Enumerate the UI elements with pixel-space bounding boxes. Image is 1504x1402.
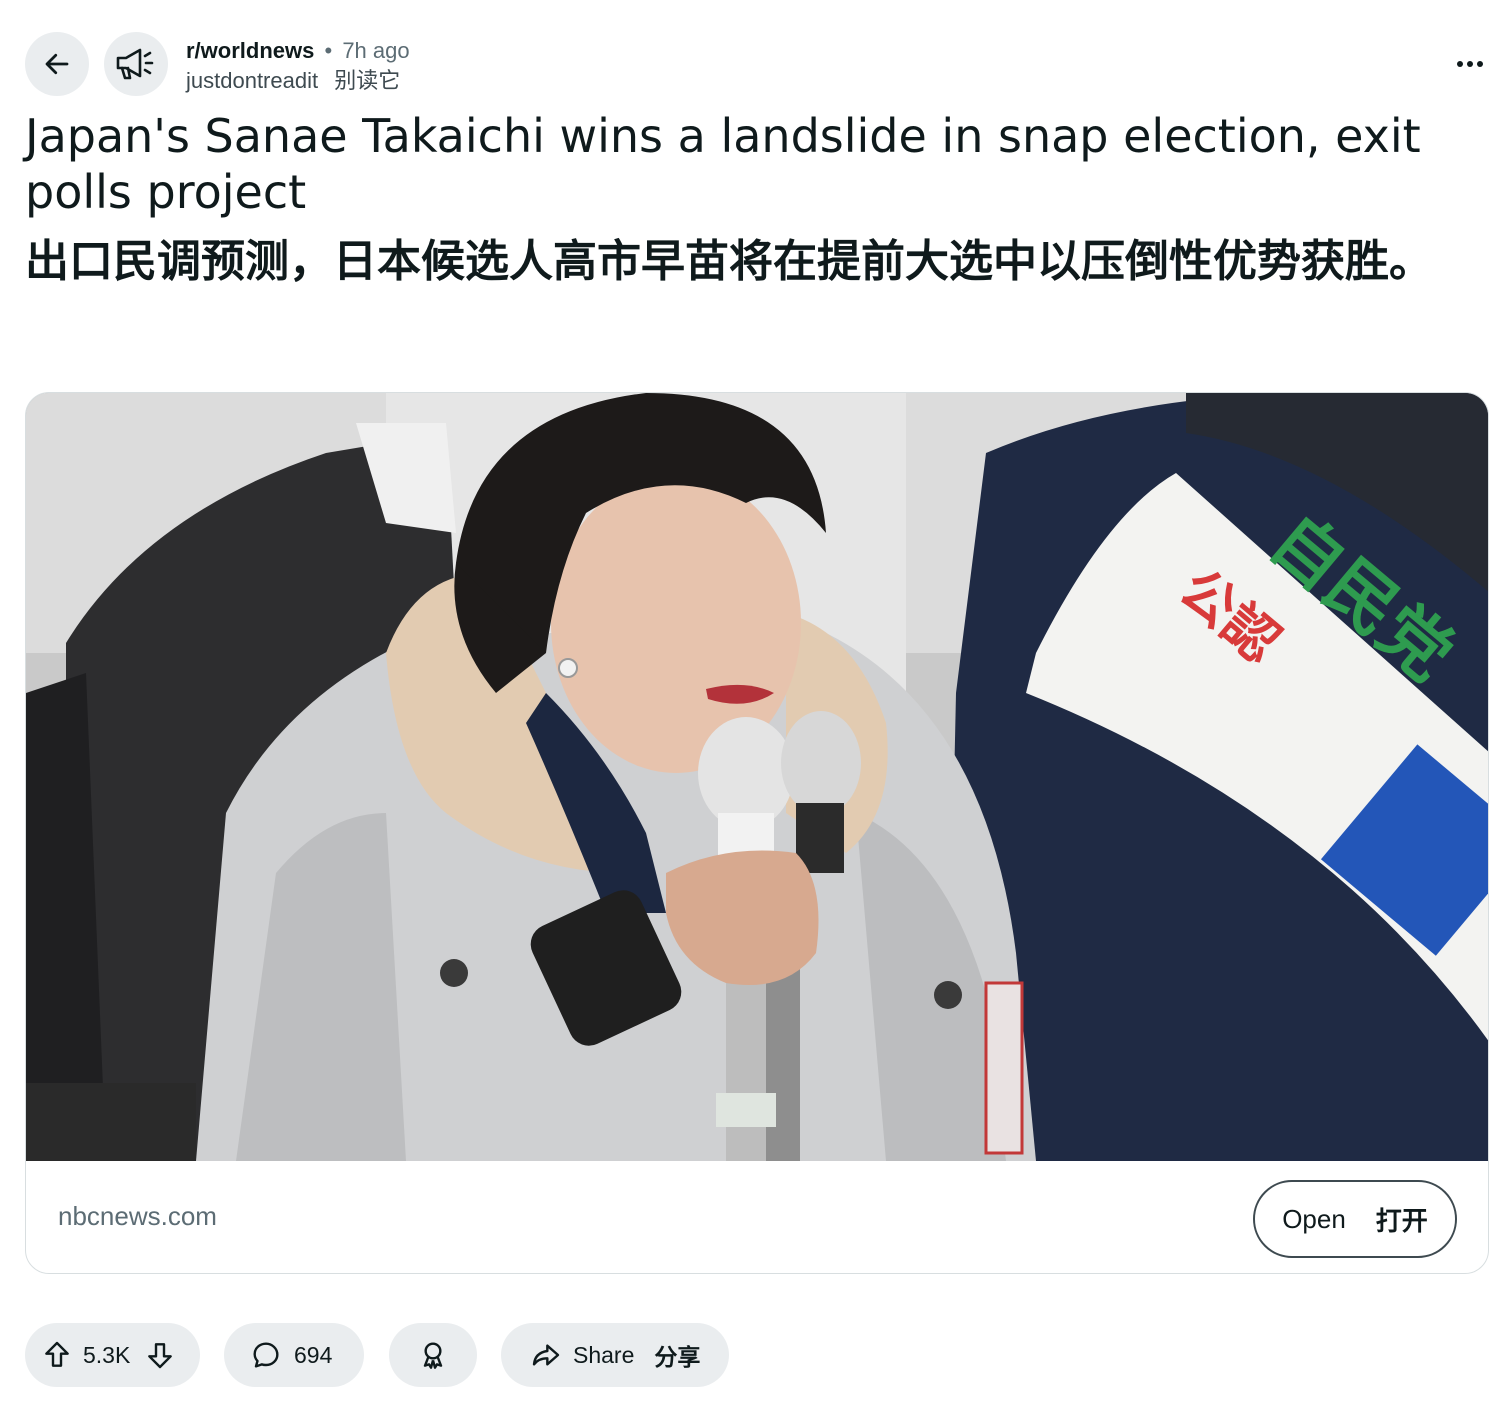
article-thumbnail[interactable]: 自民党 公認: [26, 393, 1488, 1161]
arrow-up-icon[interactable]: [41, 1339, 73, 1371]
open-link-button[interactable]: Open 打开: [1253, 1180, 1457, 1258]
share-translation: 分享: [654, 1344, 701, 1370]
more-options-button[interactable]: [1450, 48, 1490, 80]
vote-count: 5.3K: [83, 1341, 131, 1368]
subreddit-avatar[interactable]: [104, 32, 168, 96]
more-horizontal-icon: [1456, 60, 1484, 68]
back-button[interactable]: [25, 32, 89, 96]
post-age: 7h ago: [342, 38, 410, 63]
meta-separator: •: [324, 38, 333, 63]
award-icon: [417, 1339, 449, 1371]
link-domain[interactable]: nbcnews.com: [58, 1201, 217, 1232]
open-button-label: Open: [1282, 1203, 1346, 1234]
speech-bubble-icon: [250, 1339, 282, 1371]
award-button[interactable]: [389, 1323, 477, 1387]
share-button[interactable]: Share 分享: [501, 1323, 729, 1387]
link-card-footer: nbcnews.com Open 打开: [26, 1161, 1488, 1273]
vote-control: 5.3K: [25, 1323, 200, 1387]
post-title[interactable]: Japan's Sanae Takaichi wins a landslide …: [25, 108, 1485, 220]
subreddit-name[interactable]: r/worldnews: [186, 38, 314, 63]
share-arrow-icon: [529, 1339, 563, 1371]
author-username[interactable]: justdontreadit: [186, 68, 318, 93]
post-meta: r/worldnews • 7h ago justdontreadit 别读它: [186, 36, 410, 96]
open-button-translation: 打开: [1375, 1205, 1428, 1236]
share-label: Share: [573, 1341, 635, 1368]
megaphone-icon: [112, 40, 160, 88]
arrow-down-icon[interactable]: [144, 1339, 176, 1371]
link-preview-card[interactable]: 自民党 公認 nbcnews.com Open 打开: [25, 392, 1489, 1274]
post-title-translation: 出口民调预测，日本候选人高市早苗将在提前大选中以压倒性优势获胜。: [25, 236, 1433, 287]
arrow-left-icon: [42, 49, 72, 79]
comment-count: 694: [294, 1341, 333, 1368]
comments-button[interactable]: 694: [224, 1323, 364, 1387]
author-username-translation: 别读它: [334, 68, 401, 93]
